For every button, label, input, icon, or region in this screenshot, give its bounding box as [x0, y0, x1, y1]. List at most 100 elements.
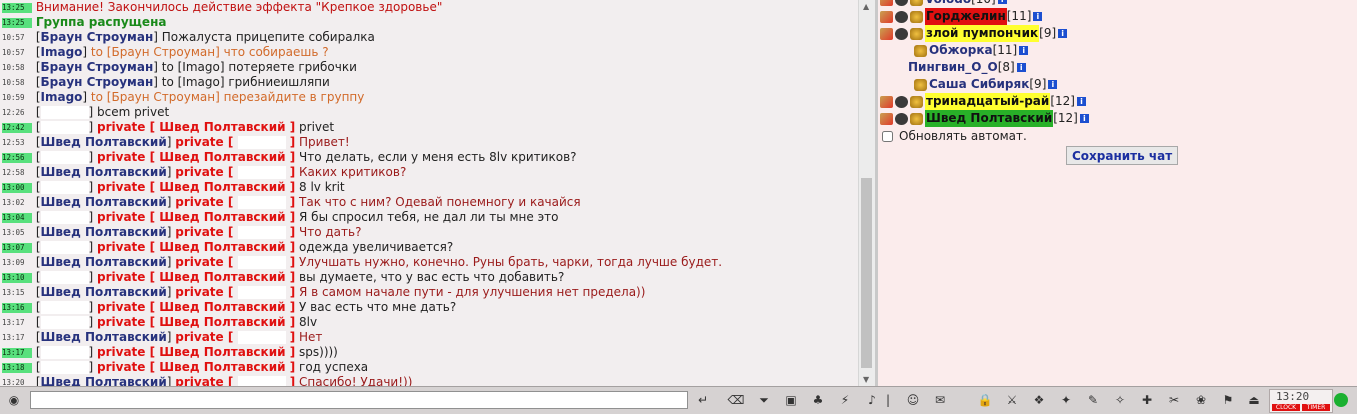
- info-icon[interactable]: i: [1033, 12, 1043, 21]
- tools-icon[interactable]: ✂: [1164, 391, 1184, 409]
- scroll-icon[interactable]: ✎: [1083, 391, 1103, 409]
- hidden-nick[interactable]: [237, 166, 286, 179]
- hidden-nick[interactable]: [237, 331, 286, 344]
- private-target[interactable]: Швед Полтавский: [159, 315, 285, 329]
- hidden-nick[interactable]: [237, 196, 286, 209]
- hidden-nick[interactable]: [40, 106, 89, 119]
- eraser-icon[interactable]: ⌫: [726, 391, 746, 409]
- user-name[interactable]: Саша Сибиряк: [929, 76, 1029, 93]
- user-list-item[interactable]: Саша Сибиряк [9] i: [878, 76, 1357, 93]
- chat-nick[interactable]: Швед Полтавский: [41, 195, 167, 209]
- info-icon[interactable]: i: [1048, 80, 1058, 89]
- hidden-nick[interactable]: [40, 151, 89, 164]
- private-target[interactable]: Швед Полтавский: [159, 300, 285, 314]
- speed-icon[interactable]: ⚡: [835, 391, 855, 409]
- user-list-item[interactable]: Пингвин_О_О [8] i: [878, 59, 1357, 76]
- inventory-icon[interactable]: ✦: [1056, 391, 1076, 409]
- hidden-nick[interactable]: [40, 361, 89, 374]
- info-icon[interactable]: i: [1016, 63, 1026, 72]
- hidden-nick[interactable]: [237, 286, 286, 299]
- save-chat-button[interactable]: Сохранить чат: [1066, 146, 1179, 165]
- smile-icon[interactable]: ☺: [903, 391, 923, 409]
- scroll-up-icon[interactable]: ▲: [863, 2, 869, 11]
- private-target[interactable]: Швед Полтавский: [159, 345, 285, 359]
- info-icon[interactable]: i: [1076, 97, 1086, 106]
- hidden-nick[interactable]: [237, 256, 286, 269]
- exit-icon[interactable]: ⏏: [1244, 391, 1264, 409]
- message-input[interactable]: [30, 391, 688, 409]
- user-name[interactable]: Volodo: [925, 0, 971, 8]
- chat-mode-icon[interactable]: ✉: [930, 391, 950, 409]
- user-name[interactable]: Швед Полтавский: [925, 110, 1054, 127]
- chat-nick[interactable]: Браун Строуман: [41, 60, 154, 74]
- chat-nick[interactable]: Браун Строуман: [41, 75, 154, 89]
- filter-icon[interactable]: ⏷: [754, 391, 774, 409]
- chat-nick[interactable]: Imago: [41, 90, 83, 104]
- private-target[interactable]: Швед Полтавский: [159, 360, 285, 374]
- private-message-icon[interactable]: [880, 27, 893, 40]
- chat-nick[interactable]: Швед Полтавский: [41, 255, 167, 269]
- user-name[interactable]: тринадцатый-рай: [925, 93, 1051, 110]
- map-icon[interactable]: ✚: [1137, 391, 1157, 409]
- private-message-icon[interactable]: [880, 10, 893, 23]
- private-target[interactable]: Швед Полтавский: [159, 150, 285, 164]
- send-icon[interactable]: ↵: [693, 391, 713, 409]
- hidden-nick[interactable]: [40, 211, 89, 224]
- chat-nick[interactable]: Швед Полтавский: [41, 165, 167, 179]
- menu-icon[interactable]: ◉: [4, 391, 24, 409]
- private-target[interactable]: Швед Полтавский: [159, 240, 285, 254]
- clock-label[interactable]: CLOCK: [1272, 404, 1300, 411]
- hidden-nick[interactable]: [40, 346, 89, 359]
- hidden-nick[interactable]: [40, 181, 89, 194]
- chat-nick[interactable]: Швед Полтавский: [41, 375, 167, 386]
- timer-label[interactable]: TIMER: [1302, 404, 1330, 411]
- user-list-item[interactable]: Швед Полтавский [12] i: [878, 110, 1357, 127]
- private-message-icon[interactable]: [880, 0, 893, 6]
- auto-refresh-checkbox[interactable]: Обновлять автомат.: [878, 129, 1357, 143]
- hidden-nick[interactable]: [237, 226, 286, 239]
- private-target[interactable]: Швед Полтавский: [159, 270, 285, 284]
- hidden-nick[interactable]: [40, 121, 89, 134]
- private-message-icon[interactable]: [880, 95, 893, 108]
- lock-icon[interactable]: 🔒: [975, 391, 995, 409]
- hidden-nick[interactable]: [237, 376, 286, 386]
- skills-icon[interactable]: ✧: [1110, 391, 1130, 409]
- private-target[interactable]: Швед Полтавский: [159, 180, 285, 194]
- paw-icon[interactable]: ❀: [1191, 391, 1211, 409]
- scroll-down-icon[interactable]: ▼: [863, 375, 869, 384]
- user-list-item[interactable]: Обжорка [11] i: [878, 42, 1357, 59]
- walk-icon[interactable]: ♣: [808, 391, 828, 409]
- user-name[interactable]: злой пумпончик: [925, 25, 1040, 42]
- info-icon[interactable]: i: [1019, 46, 1029, 55]
- hidden-nick[interactable]: [40, 271, 89, 284]
- private-target[interactable]: Швед Полтавский: [159, 120, 285, 134]
- chat-nick[interactable]: Швед Полтавский: [41, 330, 167, 344]
- user-list-item[interactable]: Горджелин [11] i: [878, 8, 1357, 25]
- chat-nick[interactable]: Браун Строуман: [41, 30, 154, 44]
- user-list-item[interactable]: Volodo[10]i: [878, 0, 1357, 8]
- flag-icon[interactable]: ⚑: [1218, 391, 1238, 409]
- sword-icon[interactable]: ⚔: [1002, 391, 1022, 409]
- hidden-nick[interactable]: [237, 136, 286, 149]
- private-message-icon[interactable]: [880, 112, 893, 125]
- hidden-nick[interactable]: [40, 301, 89, 314]
- user-name[interactable]: Пингвин_О_О: [908, 59, 998, 76]
- auto-refresh-input[interactable]: [882, 130, 893, 142]
- info-icon[interactable]: i: [997, 0, 1007, 4]
- info-icon[interactable]: i: [1079, 114, 1089, 123]
- chat-nick[interactable]: Швед Полтавский: [41, 225, 167, 239]
- chat-nick[interactable]: Швед Полтавский: [41, 285, 167, 299]
- chat-nick[interactable]: Imago: [41, 45, 83, 59]
- bag-icon[interactable]: ❖: [1029, 391, 1049, 409]
- save-icon[interactable]: ▣: [781, 391, 801, 409]
- scroll-thumb[interactable]: [861, 178, 872, 368]
- user-name[interactable]: Обжорка: [929, 42, 993, 59]
- chat-nick[interactable]: Швед Полтавский: [41, 135, 167, 149]
- user-list-item[interactable]: злой пумпончик [9] i: [878, 25, 1357, 42]
- chat-scrollbar[interactable]: ▲ ▼: [858, 0, 875, 386]
- hidden-nick[interactable]: [40, 316, 89, 329]
- hidden-nick[interactable]: [40, 241, 89, 254]
- clock-timer-widget[interactable]: 13:20 CLOCK TIMER: [1269, 389, 1333, 413]
- user-list-item[interactable]: тринадцатый-рай [12] i: [878, 93, 1357, 110]
- user-name[interactable]: Горджелин: [925, 8, 1007, 25]
